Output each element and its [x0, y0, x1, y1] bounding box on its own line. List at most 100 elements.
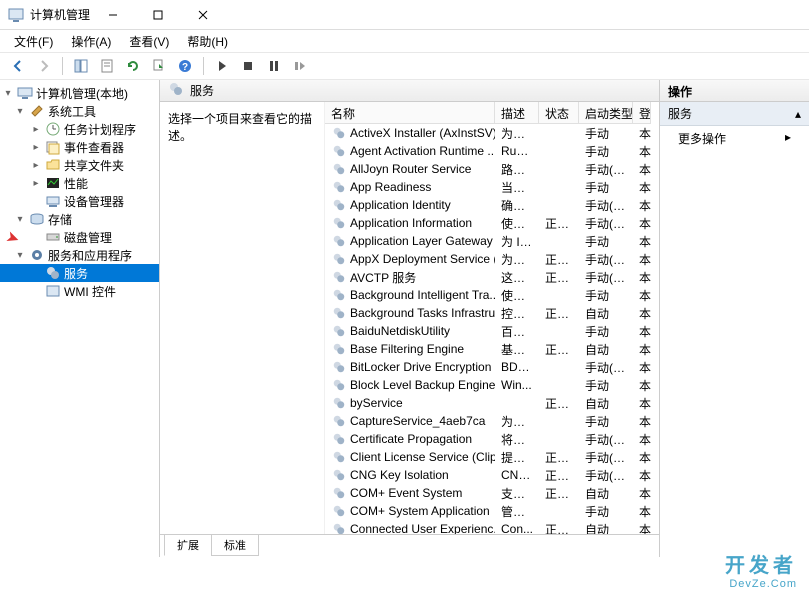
chevron-right-icon[interactable]: ▸ — [30, 124, 42, 135]
table-row[interactable]: Application Layer Gateway ...为 In...手动本 — [325, 232, 659, 250]
tree-services-apps[interactable]: ▾ 服务和应用程序 — [0, 246, 159, 264]
menu-file[interactable]: 文件(F) — [8, 31, 59, 52]
col-startup[interactable]: 启动类型 — [579, 102, 633, 124]
tree-performance[interactable]: ▸ 性能 — [0, 174, 159, 192]
col-status[interactable]: 状态 — [539, 102, 579, 124]
service-startup: 手动 — [579, 125, 633, 142]
service-name: AllJoyn Router Service — [350, 162, 471, 176]
service-desc: Runt... — [495, 144, 539, 158]
service-name: Client License Service (Clip... — [350, 450, 495, 464]
col-logon[interactable]: 登 — [633, 102, 651, 124]
col-desc[interactable]: 描述 — [495, 102, 539, 124]
table-row[interactable]: App Readiness当用...手动本 — [325, 178, 659, 196]
table-row[interactable]: Base Filtering Engine基本...正在...自动本 — [325, 340, 659, 358]
table-row[interactable]: COM+ Event System支持...正在...自动本 — [325, 484, 659, 502]
table-row[interactable]: CaptureService_4aeb7ca为调...手动本 — [325, 412, 659, 430]
chevron-right-icon[interactable]: ▸ — [30, 178, 42, 189]
pause-service-button[interactable] — [262, 54, 286, 78]
table-row[interactable]: AllJoyn Router Service路由...手动(触发...本 — [325, 160, 659, 178]
chevron-down-icon[interactable]: ▾ — [14, 250, 26, 261]
start-service-button[interactable] — [210, 54, 234, 78]
tree-root[interactable]: ▾ 计算机管理(本地) — [0, 84, 159, 102]
refresh-button[interactable] — [121, 54, 145, 78]
show-hide-tree-button[interactable] — [69, 54, 93, 78]
table-row[interactable]: CNG Key IsolationCNG...正在...手动(触发...本 — [325, 466, 659, 484]
service-logon: 本 — [633, 467, 651, 484]
service-desc: 当用... — [495, 179, 539, 196]
menu-action[interactable]: 操作(A) — [65, 31, 117, 52]
service-startup: 手动 — [579, 143, 633, 160]
folder-shared-icon — [45, 157, 61, 173]
table-row[interactable]: Application Information使用...正在...手动(触发..… — [325, 214, 659, 232]
service-startup: 手动 — [579, 503, 633, 520]
table-row[interactable]: Background Intelligent Tra...使用...手动本 — [325, 286, 659, 304]
table-row[interactable]: AppX Deployment Service (...为部...正在...手动… — [325, 250, 659, 268]
tree-disk-management[interactable]: 磁盘管理 — [0, 228, 159, 246]
chevron-right-icon[interactable]: ▸ — [30, 160, 42, 171]
chevron-down-icon[interactable]: ▾ — [14, 106, 26, 117]
actions-category[interactable]: 服务 ▴ — [660, 102, 809, 126]
tree-shared-folders[interactable]: ▸ 共享文件夹 — [0, 156, 159, 174]
service-gear-icon — [331, 377, 347, 393]
service-name: AVCTP 服务 — [350, 269, 416, 286]
tab-extended[interactable]: 扩展 — [164, 535, 212, 556]
tree-system-tools[interactable]: ▾ 系统工具 — [0, 102, 159, 120]
device-icon — [45, 193, 61, 209]
forward-button[interactable] — [32, 54, 56, 78]
properties-button[interactable] — [95, 54, 119, 78]
storage-icon — [29, 211, 45, 227]
col-name[interactable]: 名称 — [325, 102, 495, 124]
menu-view[interactable]: 查看(V) — [123, 31, 175, 52]
table-row[interactable]: Block Level Backup Engine ...Win...手动本 — [325, 376, 659, 394]
main-area: ▾ 计算机管理(本地) ▾ 系统工具 ▸ 任务计划程序 ▸ 事件查看器 ▸ 共享… — [0, 80, 809, 557]
table-row[interactable]: Agent Activation Runtime ...Runt...手动本 — [325, 142, 659, 160]
tree-services[interactable]: 服务 — [0, 264, 159, 282]
minimize-button[interactable] — [90, 1, 135, 29]
tree-pane[interactable]: ▾ 计算机管理(本地) ▾ 系统工具 ▸ 任务计划程序 ▸ 事件查看器 ▸ 共享… — [0, 80, 160, 557]
export-list-button[interactable] — [147, 54, 171, 78]
service-gear-icon — [331, 359, 347, 375]
service-logon: 本 — [633, 341, 651, 358]
table-row[interactable]: Application Identity确定...手动(触发...本 — [325, 196, 659, 214]
table-row[interactable]: AVCTP 服务这是...正在...手动(触发...本 — [325, 268, 659, 286]
service-desc: 这是... — [495, 269, 539, 286]
service-logon: 本 — [633, 287, 651, 304]
tree-wmi[interactable]: WMI 控件 — [0, 282, 159, 300]
chevron-down-icon[interactable]: ▾ — [2, 88, 14, 99]
service-desc: 为部... — [495, 251, 539, 268]
back-button[interactable] — [6, 54, 30, 78]
tree-device-manager[interactable]: 设备管理器 — [0, 192, 159, 210]
service-startup: 自动 — [579, 305, 633, 322]
menu-help[interactable]: 帮助(H) — [181, 31, 234, 52]
stop-service-button[interactable] — [236, 54, 260, 78]
tree-storage[interactable]: ▾ 存储 — [0, 210, 159, 228]
service-name: Application Information — [350, 216, 472, 230]
tab-standard[interactable]: 标准 — [211, 535, 259, 556]
restart-service-button[interactable] — [288, 54, 312, 78]
service-gear-icon — [331, 179, 347, 195]
chevron-down-icon[interactable]: ▾ — [14, 214, 26, 225]
tree-task-scheduler[interactable]: ▸ 任务计划程序 — [0, 120, 159, 138]
help-button[interactable]: ? — [173, 54, 197, 78]
service-startup: 手动(触发... — [579, 269, 633, 286]
chevron-right-icon[interactable]: ▸ — [30, 142, 42, 153]
service-startup: 自动 — [579, 395, 633, 412]
close-button[interactable] — [180, 1, 225, 29]
table-row[interactable]: byService正在...自动本 — [325, 394, 659, 412]
table-row[interactable]: Client License Service (Clip...提供...正在..… — [325, 448, 659, 466]
maximize-button[interactable] — [135, 1, 180, 29]
table-row[interactable]: BaiduNetdiskUtility百度...手动本 — [325, 322, 659, 340]
tree-label: 服务和应用程序 — [48, 247, 132, 264]
service-desc: 基本... — [495, 341, 539, 358]
menubar: 文件(F) 操作(A) 查看(V) 帮助(H) — [0, 30, 809, 52]
table-row[interactable]: Certificate Propagation将用...手动(触发...本 — [325, 430, 659, 448]
service-name: Base Filtering Engine — [350, 342, 464, 356]
table-row[interactable]: BitLocker Drive Encryption ...BDE...手动(触… — [325, 358, 659, 376]
table-row[interactable]: ActiveX Installer (AxInstSV)为从...手动本 — [325, 124, 659, 142]
services-list[interactable]: 名称 描述 状态 启动类型 登 ActiveX Installer (AxIns… — [325, 102, 659, 534]
more-actions[interactable]: 更多操作 ▸ — [660, 126, 809, 151]
table-row[interactable]: Background Tasks Infrastru...控制...正在...自… — [325, 304, 659, 322]
table-row[interactable]: Connected User Experienc...Con...正在...自动… — [325, 520, 659, 534]
table-row[interactable]: COM+ System Application管理...手动本 — [325, 502, 659, 520]
tree-event-viewer[interactable]: ▸ 事件查看器 — [0, 138, 159, 156]
